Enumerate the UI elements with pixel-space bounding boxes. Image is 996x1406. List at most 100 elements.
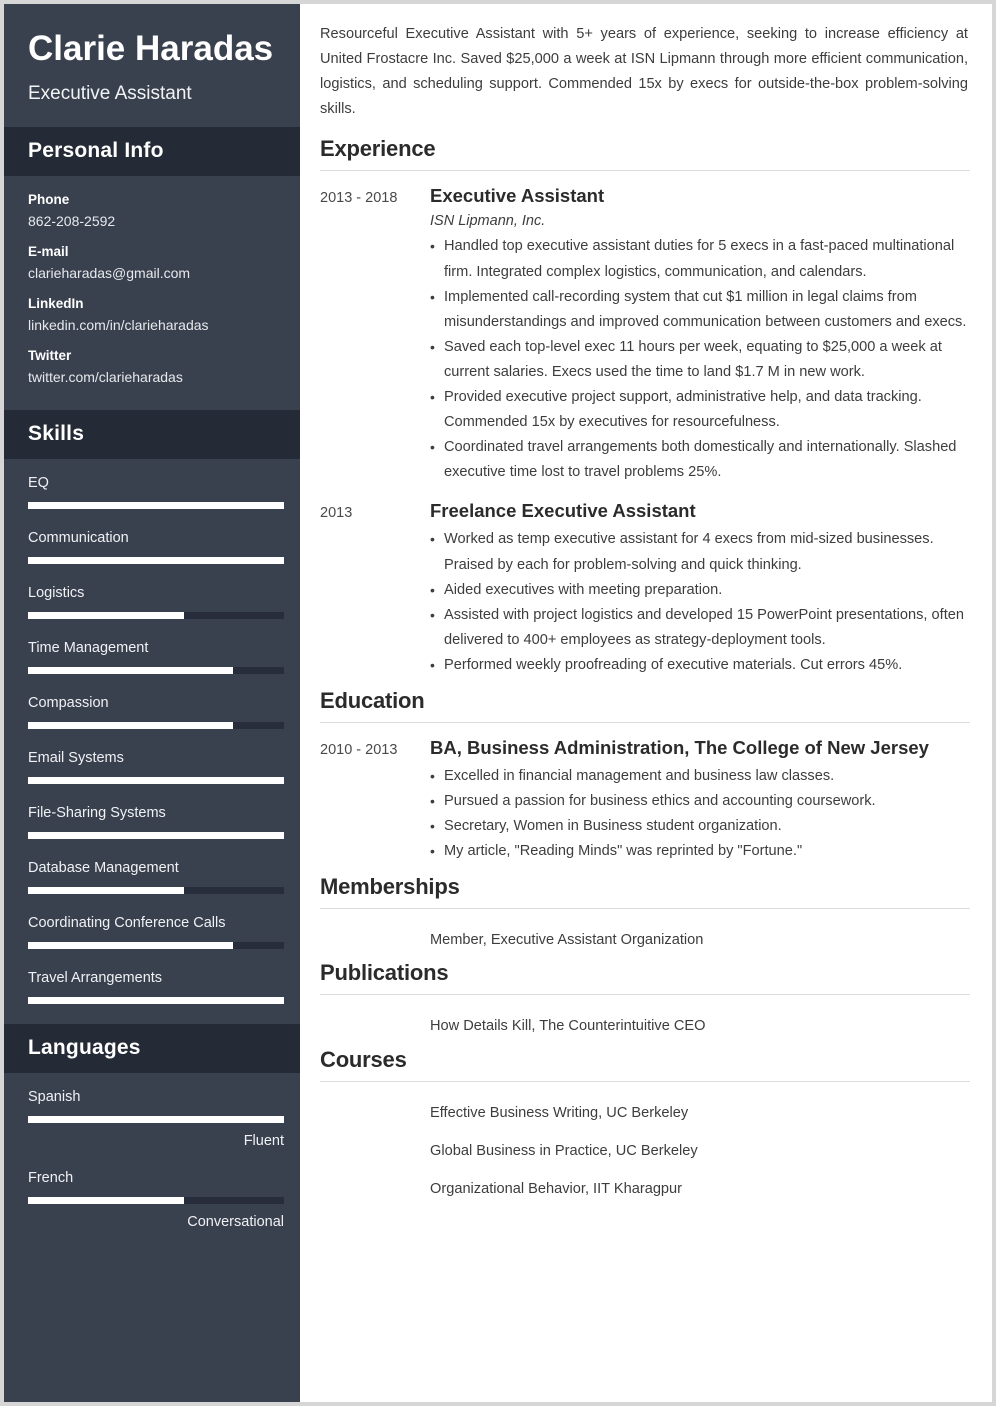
skill-row: Email Systems [28, 749, 284, 784]
contact-value[interactable]: twitter.com/clarieharadas [28, 369, 276, 385]
skill-level-bar [28, 666, 284, 674]
skill-row: File-Sharing Systems [28, 805, 284, 839]
entry-text: Organizational Behavior, IIT Kharagpur [430, 1180, 683, 1197]
entry-date [320, 1171, 430, 1209]
entry-text: Member, Executive Assistant Organization [430, 932, 704, 949]
entry-date [320, 922, 430, 960]
language-level-bar [28, 1196, 284, 1204]
language-level-fill [28, 1115, 284, 1123]
entry-bullet: Excelled in financial management and bus… [430, 764, 970, 789]
memberships-heading: Memberships [320, 874, 460, 900]
resume-page: Clarie Haradas Executive Assistant Perso… [0, 0, 996, 1406]
contact-label: Phone [28, 191, 70, 207]
plain-entry: Effective Business Writing, UC Berkeley [320, 1095, 970, 1133]
skill-row: Coordinating Conference Calls [28, 914, 284, 949]
entry-title: BA, Business Administration, The College… [430, 736, 929, 758]
education-entries: 2010 - 2013 BA, Business Administration, … [320, 736, 970, 864]
section-divider [320, 1080, 970, 1082]
skill-level-bar [28, 996, 284, 1004]
entry-bullet: Coordinated travel arrangements both dom… [430, 435, 970, 485]
entry-bullet: Assisted with project logistics and deve… [430, 603, 970, 653]
entry-bullet: Worked as temp executive assistant for 4… [430, 527, 970, 577]
entry-date [320, 1095, 430, 1133]
education-heading: Education [320, 687, 425, 713]
plain-entry: How Details Kill, The Counterintuitive C… [320, 1008, 970, 1046]
entry-date: 2013 [320, 505, 353, 522]
language-proficiency: Conversational [187, 1213, 284, 1230]
section-divider [320, 994, 970, 996]
skill-row: Time Management [28, 639, 284, 674]
entry-bullet-list: Worked as temp executive assistant for 4… [430, 527, 970, 678]
experience-heading: Experience [320, 136, 436, 162]
contact-value[interactable]: clarieharadas@gmail.com [28, 265, 276, 281]
section-divider [320, 170, 970, 172]
section-memberships: Memberships Member, Executive Assistant … [320, 874, 970, 960]
entry-title: Freelance Executive Assistant [430, 500, 696, 522]
language-level-fill [28, 1196, 185, 1204]
personal-info-heading: Personal Info [4, 126, 300, 176]
entry-body: Freelance Executive Assistant Worked as t… [430, 499, 970, 678]
publications-heading: Publications [320, 960, 449, 986]
skill-level-bar [28, 886, 284, 894]
skill-level-fill [28, 721, 233, 729]
skill-row: Communication [28, 530, 284, 564]
skill-row: Compassion [28, 694, 284, 729]
skill-level-bar [28, 831, 284, 839]
skill-level-fill [28, 666, 233, 674]
skill-level-fill [28, 941, 233, 949]
language-row: French Conversational [28, 1169, 284, 1230]
entry-bullet: Provided executive project support, admi… [430, 385, 970, 435]
languages-list: Spanish Fluent French Conversational [4, 1073, 300, 1250]
entry-body: BA, Business Administration, The College… [430, 736, 970, 864]
skill-level-fill [28, 501, 284, 509]
skill-level-fill [28, 776, 284, 784]
skill-level-bar [28, 556, 284, 564]
entry-bullet: Saved each top-level exec 11 hours per w… [430, 335, 970, 385]
skill-row: EQ [28, 474, 284, 509]
language-label: Spanish [28, 1088, 81, 1105]
entry-bullet: Secretary, Women in Business student org… [430, 814, 970, 839]
section-experience: Experience 2013 - 2018 Executive Assistan… [320, 136, 970, 678]
contact-item: LinkedIn linkedin.com/in/clarieharadas [28, 296, 276, 333]
contact-value[interactable]: 862-208-2592 [28, 213, 276, 229]
plain-entry: Member, Executive Assistant Organization [320, 922, 970, 960]
candidate-job-title: Executive Assistant [28, 82, 192, 104]
languages-heading: Languages [4, 1023, 300, 1073]
courses-heading: Courses [320, 1046, 407, 1072]
entry-subtitle: ISN Lipmann, Inc. [430, 213, 546, 230]
section-courses: Courses Effective Business Writing, UC B… [320, 1047, 970, 1209]
entry: 2013 - 2018 Executive Assistant ISN Lipman… [320, 184, 970, 485]
entry-date: 2013 - 2018 [320, 190, 398, 207]
entry-body: Executive Assistant ISN Lipmann, Inc. Hand… [430, 184, 970, 485]
skill-label: Coordinating Conference Calls [28, 914, 226, 931]
skill-label: EQ [28, 474, 49, 491]
language-label: French [28, 1169, 74, 1186]
contact-label: Twitter [28, 347, 72, 363]
professional-summary: Resourceful Executive Assistant with 5+ … [320, 26, 968, 118]
skill-row: Logistics [28, 584, 284, 619]
skill-level-bar [28, 501, 284, 509]
skill-label: Email Systems [28, 749, 124, 766]
contact-value[interactable]: linkedin.com/in/clarieharadas [28, 317, 276, 333]
courses-entries: Effective Business Writing, UC Berkeley G… [320, 1095, 970, 1209]
skill-level-bar [28, 721, 284, 729]
entry: 2013 Freelance Executive Assistant Worked … [320, 499, 970, 678]
skill-label: Travel Arrangements [28, 969, 163, 986]
skill-level-fill [28, 831, 284, 839]
entry-text: Effective Business Writing, UC Berkeley [430, 1104, 689, 1121]
skill-level-fill [28, 611, 185, 619]
entry-bullet: Aided executives with meeting preparatio… [430, 578, 970, 603]
entry-bullet: Performed weekly proofreading of executi… [430, 653, 970, 678]
skill-level-bar [28, 776, 284, 784]
skill-label: Compassion [28, 694, 109, 711]
experience-entries: 2013 - 2018 Executive Assistant ISN Lipman… [320, 184, 970, 678]
skill-level-fill [28, 556, 284, 564]
entry-date [320, 1133, 430, 1171]
skill-level-bar [28, 611, 284, 619]
skill-level-fill [28, 996, 284, 1004]
contact-item: Twitter twitter.com/clarieharadas [28, 348, 276, 385]
identity-block: Clarie Haradas Executive Assistant [4, 4, 300, 127]
skill-label: Time Management [28, 639, 149, 656]
skill-label: Logistics [28, 584, 85, 601]
publications-entries: How Details Kill, The Counterintuitive C… [320, 1008, 970, 1046]
